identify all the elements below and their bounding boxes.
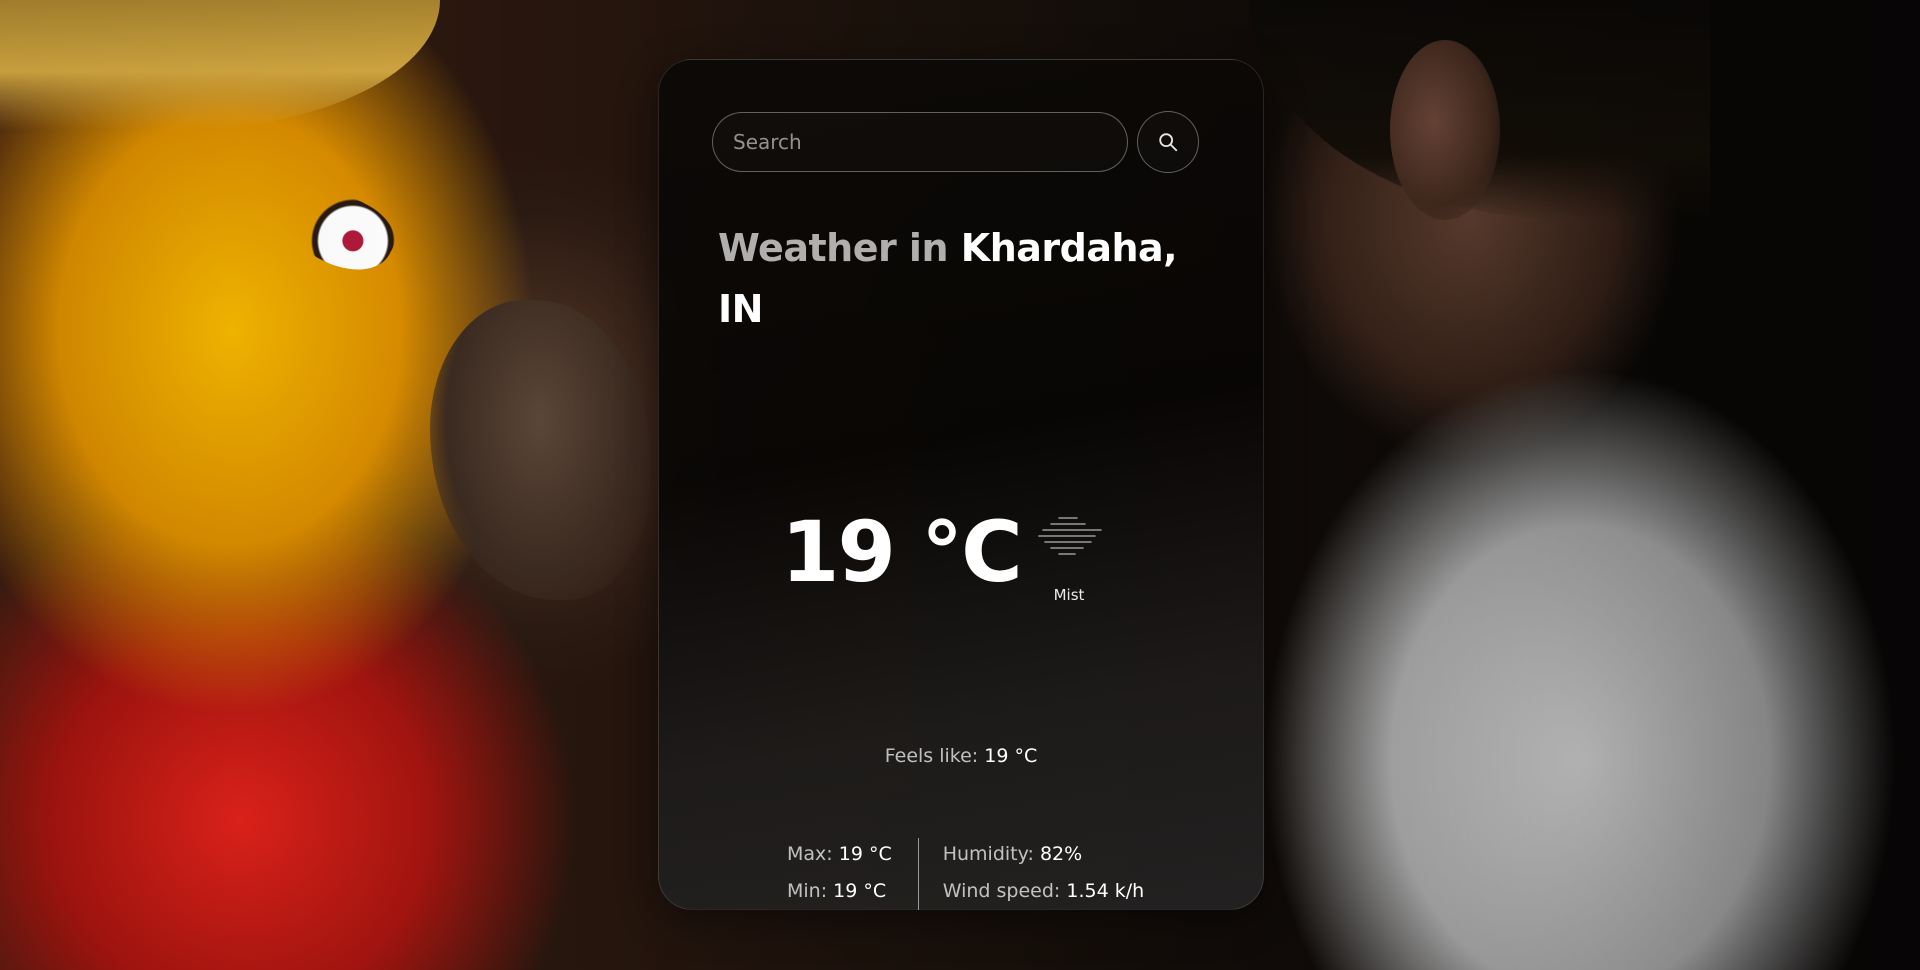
weather-card: Weather in Khardaha, IN 19 °C Mist Feels…: [658, 59, 1264, 910]
min-value: 19 °C: [833, 880, 887, 902]
mist-icon: [1038, 517, 1102, 555]
stats-divider: [917, 838, 919, 910]
weather-condition: Mist: [1033, 512, 1105, 604]
title-prefix: Weather in: [718, 226, 949, 270]
search-input[interactable]: [712, 112, 1128, 172]
max-label: Max:: [787, 843, 833, 865]
city-title: Weather in Khardaha, IN: [718, 218, 1218, 340]
weather-stats: Max: 19 °C Min: 19 °C Humidity: 82% Wind…: [787, 836, 1144, 910]
search-button[interactable]: [1137, 111, 1199, 173]
search-icon: [1159, 133, 1178, 152]
min-label: Min:: [787, 880, 828, 902]
wind-speed: Wind speed: 1.54 k/h: [943, 873, 1144, 910]
max-value: 19 °C: [838, 843, 892, 865]
temp-range: Max: 19 °C Min: 19 °C: [787, 836, 892, 910]
wind-label: Wind speed:: [942, 880, 1061, 902]
conditions-stats: Humidity: 82% Wind speed: 1.54 k/h: [943, 836, 1144, 910]
feels-like-label: Feels like:: [884, 745, 979, 767]
feels-like-value: 19 °C: [984, 745, 1038, 767]
condition-label: Mist: [1053, 586, 1085, 604]
feels-like: Feels like: 19 °C: [659, 745, 1263, 767]
humidity: Humidity: 82%: [943, 836, 1144, 873]
search-bar: [712, 111, 1199, 173]
min-temp: Min: 19 °C: [787, 873, 892, 910]
current-temperature: 19 °C: [781, 503, 1023, 601]
wind-value: 1.54 k/h: [1066, 880, 1145, 902]
humidity-label: Humidity:: [942, 843, 1034, 865]
max-temp: Max: 19 °C: [787, 836, 892, 873]
humidity-value: 82%: [1039, 843, 1083, 865]
